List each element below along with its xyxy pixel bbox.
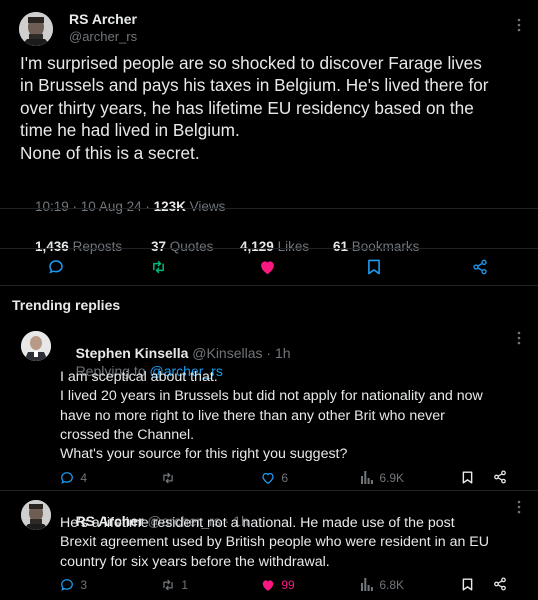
author-name[interactable]: RS Archer <box>69 11 137 28</box>
bookmark-icon[interactable] <box>462 471 473 484</box>
post-stats: 1,436 Reposts <box>20 221 122 272</box>
reposts-stat[interactable]: 1,436 Reposts <box>35 239 122 254</box>
post-text-line: None of this is a secret. <box>20 142 200 163</box>
more-options-icon[interactable] <box>517 18 521 34</box>
share-icon[interactable] <box>472 259 488 275</box>
reply-action-repost[interactable]: 1 <box>161 576 188 592</box>
more-options-icon[interactable] <box>517 500 521 516</box>
reply-action-repost[interactable] <box>161 469 178 485</box>
reply-icon[interactable] <box>48 259 64 275</box>
share-icon[interactable] <box>493 577 507 591</box>
divider <box>0 208 538 209</box>
post-text: I'm surprised people are so shocked to d… <box>20 52 489 164</box>
repost-icon[interactable] <box>150 259 167 275</box>
bookmark-icon[interactable] <box>367 259 381 275</box>
repost-icon <box>161 471 175 485</box>
reply-text: He's a lifetime resident not a national.… <box>60 515 490 570</box>
reply-action-views[interactable]: 6.9K <box>361 469 404 485</box>
like-icon <box>261 578 275 592</box>
reply-action-like[interactable]: 6 <box>261 469 288 485</box>
section-title: Trending replies <box>12 297 121 313</box>
reply-icon <box>60 578 74 592</box>
views-icon <box>361 578 373 592</box>
views-count: 123K <box>153 199 186 214</box>
views-icon <box>361 471 373 485</box>
divider <box>0 248 538 249</box>
like-icon[interactable] <box>259 259 276 275</box>
repost-icon <box>161 578 175 592</box>
reply-author-avatar[interactable] <box>21 331 51 361</box>
views-label: Views <box>185 199 226 214</box>
reply-action-like[interactable]: 99 <box>261 576 295 592</box>
like-outline-icon <box>261 471 275 485</box>
reply-icon <box>60 471 74 485</box>
post-text-line: in Brussels and pays his taxes in Belgiu… <box>20 75 489 96</box>
reply-action-views[interactable]: 6.8K <box>361 576 404 592</box>
bookmark-icon[interactable] <box>462 578 473 591</box>
quotes-stat[interactable]: 37 Quotes <box>136 221 213 272</box>
author-handle[interactable]: @archer_rs <box>69 29 137 45</box>
post-text-line: I'm surprised people are so shocked to d… <box>20 53 482 73</box>
author-avatar[interactable] <box>19 12 53 46</box>
divider <box>0 490 538 491</box>
post-text-line: over thirty years, he has lifetime EU re… <box>20 97 474 118</box>
post-text-line: time he had lived in Belgium. <box>20 120 240 141</box>
more-options-icon[interactable] <box>517 331 521 347</box>
share-icon[interactable] <box>493 470 507 484</box>
post-time[interactable]: 10:19 · 10 Aug 24 · <box>35 199 154 214</box>
reply-action-reply[interactable]: 4 <box>60 469 87 485</box>
reply-author-avatar[interactable] <box>21 500 51 530</box>
reply-text: I am sceptical about that. I lived 20 ye… <box>60 369 483 463</box>
reply-action-reply[interactable]: 3 <box>60 576 87 592</box>
divider <box>0 285 538 286</box>
